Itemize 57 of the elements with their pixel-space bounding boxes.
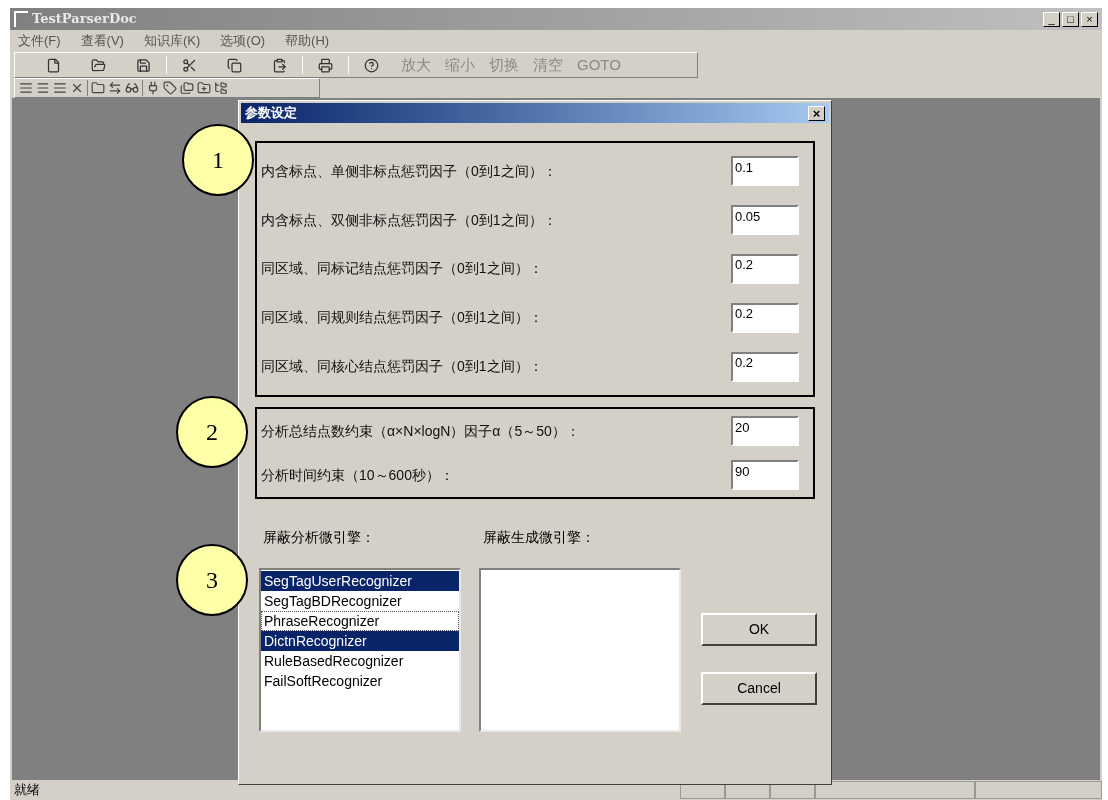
cut-icon[interactable] bbox=[182, 57, 197, 73]
window-control[interactable]: □ bbox=[1062, 11, 1079, 27]
field-label: 同区域、同标记结点惩罚因子（0到1之间）： bbox=[261, 259, 543, 279]
field-label: 内含标点、单侧非标点惩罚因子（0到1之间）： bbox=[261, 161, 557, 181]
list-item[interactable]: SegTagBDRecognizer bbox=[261, 591, 459, 611]
lines-icon[interactable] bbox=[36, 81, 50, 95]
menu-item[interactable]: 查看(V) bbox=[80, 31, 124, 51]
list-box[interactable] bbox=[479, 568, 681, 732]
input-field[interactable]: 0.05 bbox=[731, 205, 799, 236]
dialog-button[interactable]: Cancel bbox=[701, 672, 817, 705]
field-label: 同区域、同规则结点惩罚因子（0到1之间）： bbox=[261, 308, 543, 328]
field-label: 分析总结点数约束（α×N×logN）因子α（5～50）： bbox=[261, 421, 580, 441]
printer-icon[interactable] bbox=[318, 57, 333, 73]
window-title: TestParserDoc bbox=[32, 10, 137, 29]
folder-icon[interactable] bbox=[197, 81, 211, 95]
list-item[interactable]: RuleBasedRecognizer bbox=[261, 651, 459, 671]
folders-icon[interactable] bbox=[214, 81, 228, 95]
new-file-icon[interactable] bbox=[46, 57, 61, 73]
folders-icon[interactable] bbox=[180, 81, 194, 95]
paste-icon[interactable] bbox=[272, 57, 287, 73]
help-icon[interactable] bbox=[364, 57, 379, 73]
input-field[interactable]: 0.2 bbox=[731, 351, 799, 382]
list-label: 屏蔽分析微引擎： bbox=[263, 528, 376, 547]
list-item[interactable]: FailSoftRecognizer bbox=[261, 671, 459, 691]
dialog-title: 参数设定 bbox=[245, 104, 297, 123]
dialog-button[interactable]: OK bbox=[701, 613, 817, 646]
field-label: 分析时间约束（10～600秒）： bbox=[261, 465, 454, 485]
tag-icon[interactable] bbox=[163, 81, 177, 95]
window-control[interactable]: × bbox=[1081, 11, 1098, 27]
lines-icon[interactable] bbox=[53, 81, 67, 95]
cross-icon[interactable] bbox=[70, 81, 84, 95]
double-arrow-icon[interactable] bbox=[108, 81, 122, 95]
lines-icon[interactable] bbox=[19, 81, 33, 95]
list-box[interactable]: SegTagUserRecognizer SegTagBDRecognizer PhraseRecognizer DictnRecognizer RuleBasedRecognizer FailSoftRecognizer bbox=[259, 568, 461, 732]
list-label: 屏蔽生成微引擎： bbox=[483, 528, 596, 547]
glasses-icon[interactable] bbox=[125, 81, 139, 95]
menu-item[interactable]: 知识库(K) bbox=[143, 31, 201, 51]
menu-item[interactable]: 选项(O) bbox=[220, 31, 266, 51]
menu-item[interactable]: 帮助(H) bbox=[285, 31, 330, 51]
copy-icon[interactable] bbox=[227, 57, 242, 73]
input-field[interactable]: 0.2 bbox=[731, 302, 799, 333]
save-icon[interactable] bbox=[136, 57, 151, 73]
input-field[interactable]: 90 bbox=[731, 460, 799, 490]
close-button[interactable]: × bbox=[808, 105, 825, 121]
list-item[interactable]: DictnRecognizer bbox=[261, 631, 459, 651]
status-text: 就绪 bbox=[13, 781, 41, 800]
input-field[interactable]: 20 bbox=[731, 416, 799, 446]
window-control[interactable]: _ bbox=[1043, 11, 1060, 27]
input-field[interactable]: 0.2 bbox=[731, 254, 799, 284]
plug-icon[interactable] bbox=[146, 81, 160, 95]
menu-item[interactable]: 文件(F) bbox=[18, 31, 61, 51]
folder-icon[interactable] bbox=[91, 81, 105, 95]
folder-icon[interactable] bbox=[91, 57, 106, 73]
list-item[interactable]: SegTagUserRecognizer bbox=[261, 571, 459, 591]
field-label: 同区域、同核心结点惩罚因子（0到1之间）： bbox=[261, 357, 543, 377]
field-label: 内含标点、双侧非标点惩罚因子（0到1之间）： bbox=[261, 210, 557, 230]
input-field[interactable]: 0.1 bbox=[731, 156, 799, 187]
